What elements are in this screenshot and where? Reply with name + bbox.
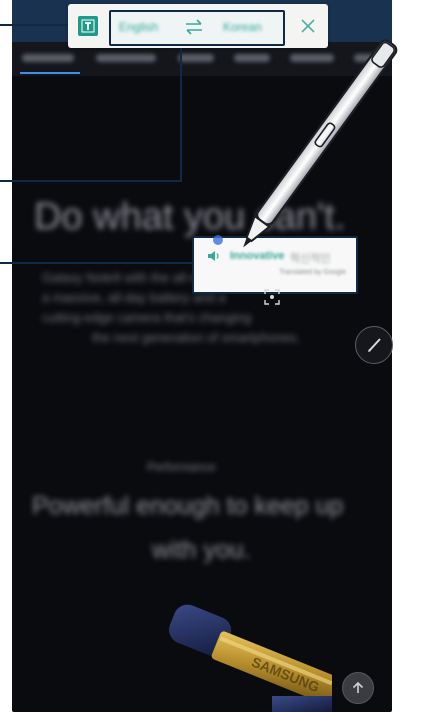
headline: Do what you can't.: [34, 196, 346, 238]
powerful-heading-line2: with you.: [152, 536, 251, 564]
air-command-button[interactable]: [355, 326, 393, 364]
paragraph-line: the next generation of smartphones.: [92, 330, 301, 345]
callout-line-popup: [0, 262, 194, 264]
target-language-button[interactable]: Korean: [223, 20, 262, 34]
spen-product-image: SAMSUNG: [169, 604, 332, 712]
close-icon[interactable]: [298, 16, 318, 36]
language-selector: English Korean: [109, 10, 285, 46]
paragraph-line: cutting-edge camera that's changing: [42, 310, 252, 325]
arrow-up-icon: [352, 681, 364, 693]
tab-item[interactable]: [234, 54, 270, 62]
active-tab-indicator: [20, 72, 80, 74]
source-word: Innovative: [230, 250, 285, 262]
powerful-heading-line1: Powerful enough to keep up: [32, 492, 344, 520]
tab-item[interactable]: [22, 54, 74, 62]
translation-credit: Translated by Google: [279, 269, 346, 276]
tab-item[interactable]: [354, 54, 384, 62]
translate-toolbar: English Korean: [68, 4, 328, 48]
translation-popup: Innovative 혁신적인 Translated by Google: [192, 236, 358, 294]
tab-item[interactable]: [290, 54, 334, 62]
source-language-button[interactable]: English: [119, 20, 158, 34]
callout-line-language-horizontal: [0, 180, 182, 182]
callout-line-text-mode: [0, 24, 70, 26]
focus-corners-icon: [264, 289, 280, 305]
pen-icon: [368, 338, 381, 352]
tab-item[interactable]: [96, 54, 156, 62]
callout-line-language-vertical: [180, 44, 182, 182]
swap-arrows-icon[interactable]: [183, 18, 205, 36]
phone-screen: Do what you can't. Galaxy Note9 with the…: [12, 0, 392, 712]
section-label: Performance: [147, 460, 216, 474]
speaker-icon[interactable]: [206, 248, 222, 264]
t-text-icon[interactable]: [78, 16, 98, 36]
translated-word: 혁신적인: [290, 253, 331, 265]
tab-item[interactable]: [178, 54, 214, 62]
scroll-to-top-button[interactable]: [342, 672, 374, 704]
